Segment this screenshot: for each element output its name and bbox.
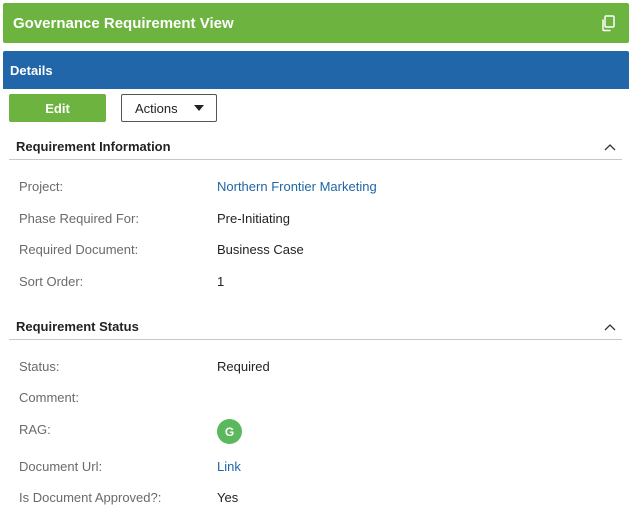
document-url-label: Document Url: — [19, 459, 103, 474]
rag-label: RAG: — [19, 422, 51, 437]
caret-down-icon — [194, 105, 204, 111]
actions-label: Actions — [135, 100, 178, 116]
page-title: Governance Requirement View — [13, 14, 234, 32]
status-label: Status: — [19, 359, 60, 374]
title-bar: Governance Requirement View — [3, 3, 629, 43]
rag-status-badge: G — [217, 419, 242, 444]
actions-dropdown[interactable]: Actions — [121, 94, 217, 122]
status-value: Required — [217, 359, 270, 374]
copy-icon[interactable] — [599, 14, 617, 32]
project-label: Project: — [19, 179, 64, 194]
approved-label: Is Document Approved?: — [19, 490, 162, 505]
details-label: Details — [10, 62, 53, 78]
section-title: Requirement Information — [16, 139, 171, 154]
approved-value: Yes — [217, 490, 239, 505]
document-label: Required Document: — [19, 242, 139, 257]
edit-button[interactable]: Edit — [9, 94, 106, 122]
section-title: Requirement Status — [16, 319, 139, 334]
phase-value: Pre-Initiating — [217, 211, 290, 226]
comment-label: Comment: — [19, 390, 79, 405]
document-value: Business Case — [217, 242, 304, 257]
details-bar: Details — [3, 51, 629, 89]
sort-order-label: Sort Order: — [19, 274, 84, 289]
section-requirement-information[interactable]: Requirement Information — [9, 134, 622, 160]
chevron-up-icon[interactable] — [604, 141, 616, 153]
document-url-link[interactable]: Link — [217, 459, 241, 474]
chevron-up-icon[interactable] — [604, 321, 616, 333]
project-link[interactable]: Northern Frontier Marketing — [217, 179, 377, 194]
phase-label: Phase Required For: — [19, 211, 139, 226]
sort-order-value: 1 — [217, 274, 225, 289]
section-requirement-status[interactable]: Requirement Status — [9, 314, 622, 340]
